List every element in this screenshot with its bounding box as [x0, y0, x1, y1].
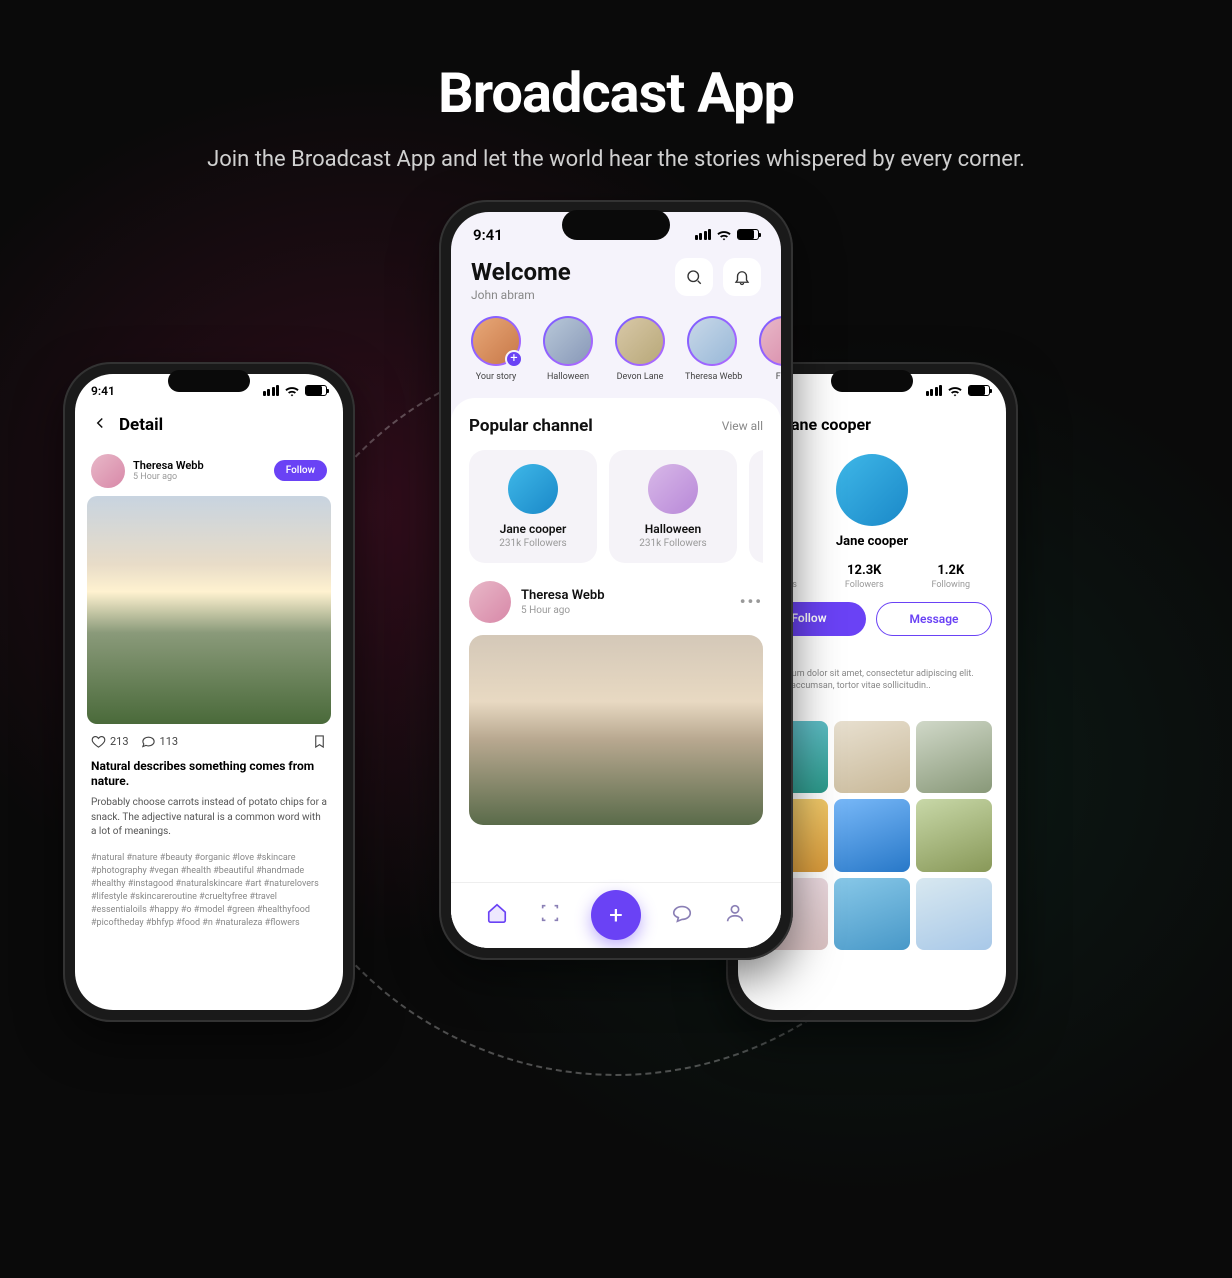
stat-label: Following [932, 580, 971, 590]
bookmark-button[interactable] [312, 734, 327, 749]
more-icon[interactable]: ••• [740, 592, 763, 611]
back-icon[interactable] [91, 414, 109, 436]
signal-icon [926, 385, 943, 396]
post-thumb[interactable] [834, 799, 910, 871]
post-time: 5 Hour ago [521, 605, 605, 616]
post-thumb[interactable] [834, 721, 910, 793]
wifi-icon [947, 385, 963, 397]
story-item[interactable]: + Your story [469, 316, 523, 382]
follow-button[interactable]: Follow [274, 460, 327, 481]
battery-icon [305, 385, 327, 396]
post-tags[interactable]: #natural #nature #beauty #organic #love … [75, 846, 343, 936]
status-time: 9:41 [473, 226, 503, 244]
post-thumb[interactable] [916, 721, 992, 793]
stat-label: Followers [845, 580, 884, 590]
phone-home: 9:41 Welcome John abram + Your story Hall… [439, 200, 793, 960]
view-all-link[interactable]: View all [722, 419, 763, 433]
channel-name: Halloween [619, 522, 727, 536]
channel-followers: 231 [759, 538, 763, 549]
notch [831, 370, 913, 392]
nav-scan[interactable] [539, 902, 561, 928]
battery-icon [737, 229, 759, 240]
notifications-button[interactable] [723, 258, 761, 296]
channel-name: Jane cooper [479, 522, 587, 536]
story-item[interactable]: Halloween [541, 316, 595, 382]
channel-followers: 231k Followers [479, 538, 587, 549]
story-label: Your story [469, 372, 523, 382]
story-item[interactable]: Theresa Webb [685, 316, 739, 382]
channel-card[interactable]: Jane cooper 231k Followers [469, 450, 597, 563]
like-button[interactable]: 213 [91, 734, 129, 749]
stat-number: 12.3K [845, 563, 884, 578]
post-thumb[interactable] [834, 878, 910, 950]
wifi-icon [716, 229, 732, 241]
stat-following[interactable]: 1.2K Following [932, 563, 971, 590]
post-image[interactable] [469, 635, 763, 825]
profile-avatar[interactable] [836, 454, 908, 526]
add-story-icon[interactable]: + [505, 350, 523, 368]
hero-subtitle: Join the Broadcast App and let the world… [0, 144, 1232, 176]
avatar[interactable] [91, 454, 125, 488]
notch [562, 210, 670, 240]
wifi-icon [284, 385, 300, 397]
channel-followers: 231k Followers [619, 538, 727, 549]
post-caption: Natural describes something comes from n… [75, 759, 343, 790]
story-label: Theresa Webb [685, 372, 739, 382]
signal-icon [695, 229, 712, 240]
notch [168, 370, 250, 392]
story-item[interactable]: Devon Lane [613, 316, 667, 382]
signal-icon [263, 385, 280, 396]
bottom-nav: + [451, 882, 781, 948]
channel-card[interactable]: Halloween 231k Followers [609, 450, 737, 563]
channel-card[interactable]: Co 231 [749, 450, 763, 563]
post-thumb[interactable] [916, 878, 992, 950]
post-thumb[interactable] [916, 799, 992, 871]
post-author: Theresa Webb [133, 459, 204, 472]
nav-chat[interactable] [671, 902, 693, 928]
story-label: Halloween [541, 372, 595, 382]
page-title: Jane cooper [782, 415, 871, 434]
nav-create[interactable]: + [591, 890, 641, 940]
story-item[interactable]: Floy [757, 316, 781, 382]
post-time: 5 Hour ago [133, 472, 204, 482]
stat-followers[interactable]: 12.3K Followers [845, 563, 884, 590]
post-header: Theresa Webb 5 Hour ago ••• [469, 581, 763, 623]
hero-title: Broadcast App [0, 0, 1232, 126]
stories-row: + Your story Halloween Devon Lane Theresa… [451, 316, 781, 398]
battery-icon [968, 385, 990, 396]
search-button[interactable] [675, 258, 713, 296]
comment-count: 113 [160, 735, 179, 748]
post-author: Theresa Webb [521, 588, 605, 603]
phone-detail: 9:41 Detail Theresa Webb 5 Hour ago Foll… [63, 362, 355, 1022]
post-body: Probably choose carrots instead of potat… [75, 790, 343, 846]
channel-name: Co [759, 522, 763, 536]
status-time: 9:41 [91, 384, 115, 398]
stat-number: 1.2K [932, 563, 971, 578]
nav-home[interactable] [486, 902, 508, 928]
story-label: Floy [757, 372, 781, 382]
avatar[interactable] [469, 581, 511, 623]
comment-button[interactable]: 113 [141, 734, 179, 749]
page-title: Detail [119, 415, 163, 435]
nav-profile[interactable] [724, 902, 746, 928]
message-button[interactable]: Message [876, 602, 992, 636]
section-title: Popular channel [469, 416, 593, 436]
channels-row: Jane cooper 231k Followers Halloween 231k … [469, 450, 763, 563]
post-image[interactable] [87, 496, 331, 724]
welcome-title: Welcome [471, 258, 571, 286]
like-count: 213 [110, 735, 129, 748]
story-label: Devon Lane [613, 372, 667, 382]
welcome-user: John abram [471, 288, 571, 302]
